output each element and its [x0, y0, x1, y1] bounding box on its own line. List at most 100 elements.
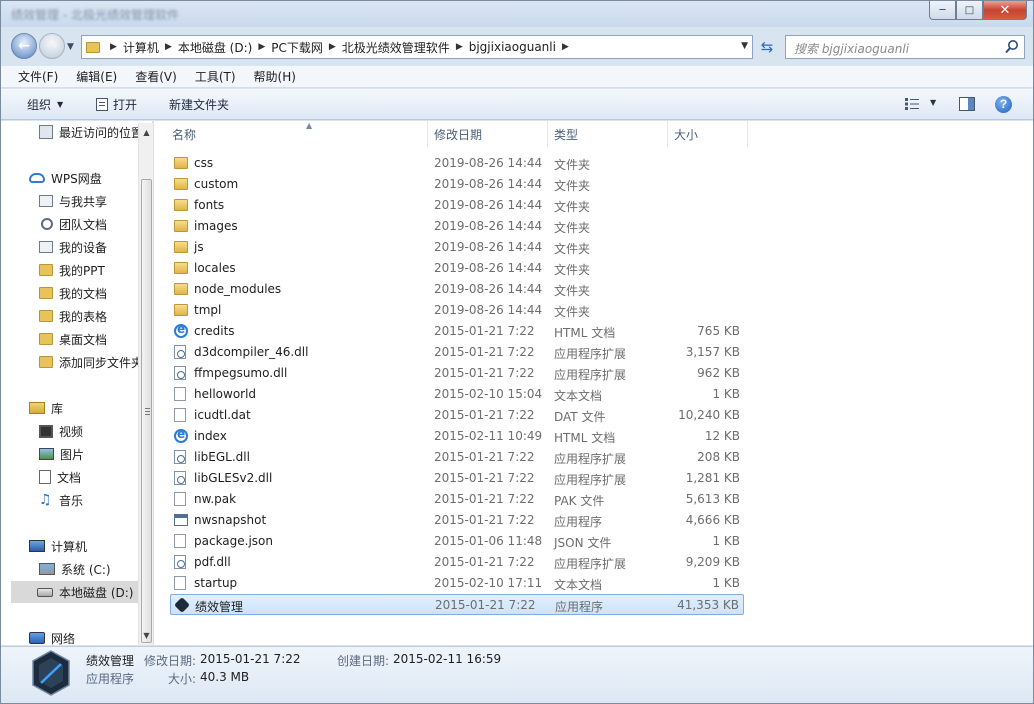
file-row[interactable]: css 2019-08-26 14:44 文件夹: [170, 153, 744, 174]
nav-my-sheets[interactable]: 我的表格: [39, 305, 107, 327]
file-row[interactable]: icudtl.dat 2015-01-21 7:22 DAT 文件 10,240 KB: [170, 405, 744, 426]
menu-help[interactable]: 帮助(H): [245, 68, 305, 85]
cloud-icon: [29, 173, 45, 183]
file-row[interactable]: nw.pak 2015-01-21 7:22 PAK 文件 5,613 KB: [170, 489, 744, 510]
chevron-right-icon[interactable]: ▶: [456, 42, 463, 52]
chevron-right-icon[interactable]: ▶: [110, 42, 117, 52]
file-row[interactable]: d3dcompiler_46.dll 2015-01-21 7:22 应用程序扩展 3…: [170, 342, 744, 363]
window-title: 绩效管理 - 北极光绩效管理软件: [11, 8, 179, 22]
file-date: 2019-08-26 14:44: [434, 261, 543, 275]
file-row[interactable]: index 2015-02-11 10:49 HTML 文档 12 KB: [170, 426, 744, 447]
nav-my-documents[interactable]: 我的文档: [39, 282, 107, 304]
scroll-up-icon[interactable]: ▲: [139, 125, 154, 140]
nav-team-docs[interactable]: 团队文档: [39, 213, 107, 235]
file-size: 9,209 KB: [685, 555, 740, 569]
breadcrumb-current[interactable]: bjgjixiaoguanli: [469, 40, 556, 54]
scrollbar-thumb[interactable]: [141, 179, 152, 643]
chevron-right-icon[interactable]: ▶: [258, 42, 265, 52]
maximize-button[interactable]: □: [956, 1, 983, 20]
organize-button[interactable]: 组织 ▼: [27, 96, 63, 113]
nav-pictures[interactable]: 图片: [39, 443, 84, 465]
nav-documents[interactable]: 文档: [39, 466, 81, 488]
nav-libraries[interactable]: 库: [29, 397, 63, 419]
dll-file-icon: [174, 366, 186, 380]
nav-computer[interactable]: 计算机: [29, 535, 87, 557]
file-row[interactable]: helloworld 2015-02-10 15:04 文本文档 1 KB: [170, 384, 744, 405]
breadcrumb-pc-download[interactable]: PC下载网: [271, 39, 323, 56]
file-row[interactable]: ffmpegsumo.dll 2015-01-21 7:22 应用程序扩展 962 K…: [170, 363, 744, 384]
menu-edit[interactable]: 编辑(E): [67, 68, 126, 85]
file-row[interactable]: fonts 2019-08-26 14:44 文件夹: [170, 195, 744, 216]
close-button[interactable]: ✕: [983, 1, 1027, 20]
column-name[interactable]: 名称 ▲: [166, 121, 428, 147]
column-date[interactable]: 修改日期: [428, 121, 548, 147]
file-name: ffmpegsumo.dll: [194, 366, 288, 380]
text-file-icon: [174, 576, 186, 590]
address-history-dropdown[interactable]: ▼: [741, 41, 748, 51]
nav-my-ppt[interactable]: 我的PPT: [39, 259, 105, 281]
column-name-label: 名称: [172, 127, 197, 142]
preview-pane-icon[interactable]: [959, 97, 975, 111]
nav-music[interactable]: ♫ 音乐: [39, 489, 83, 511]
nav-my-devices[interactable]: 我的设备: [39, 236, 107, 258]
nav-label: 我的PPT: [59, 263, 105, 278]
file-name: tmpl: [194, 303, 222, 317]
forward-button[interactable]: →: [39, 33, 65, 59]
file-row[interactable]: custom 2019-08-26 14:44 文件夹: [170, 174, 744, 195]
navigation-scrollbar[interactable]: ▲ ▼: [138, 123, 153, 645]
nav-recent-places[interactable]: 最近访问的位置: [39, 121, 143, 143]
nav-drive-c[interactable]: 系统 (C:): [39, 558, 111, 580]
nav-shared-with-me[interactable]: 与我共享: [39, 190, 107, 212]
nav-drive-d[interactable]: 本地磁盘 (D:): [11, 581, 139, 603]
search-input[interactable]: 搜索 bjgjixiaoguanli: [785, 35, 1025, 59]
file-row[interactable]: tmpl 2019-08-26 14:44 文件夹: [170, 300, 744, 321]
file-row[interactable]: js 2019-08-26 14:44 文件夹: [170, 237, 744, 258]
chevron-right-icon[interactable]: ▶: [562, 42, 569, 52]
text-file-icon: [174, 534, 186, 548]
file-row[interactable]: node_modules 2019-08-26 14:44 文件夹: [170, 279, 744, 300]
file-row[interactable]: 绩效管理 2015-01-21 7:22 应用程序 41,353 KB: [170, 594, 744, 615]
file-row[interactable]: locales 2019-08-26 14:44 文件夹: [170, 258, 744, 279]
breadcrumb-computer[interactable]: 计算机: [123, 39, 159, 56]
nav-desktop-docs[interactable]: 桌面文档: [39, 328, 107, 350]
breadcrumb-drive-d[interactable]: 本地磁盘 (D:): [178, 39, 252, 56]
nav-add-sync-folder[interactable]: 添加同步文件夹: [39, 351, 143, 373]
file-row[interactable]: package.json 2015-01-06 11:48 JSON 文件 1 KB: [170, 531, 744, 552]
minimize-button[interactable]: ─: [929, 1, 956, 20]
file-date: 2015-01-21 7:22: [434, 513, 535, 527]
breadcrumb-software[interactable]: 北极光绩效管理软件: [342, 39, 450, 56]
help-icon[interactable]: ?: [995, 96, 1012, 113]
menu-view[interactable]: 查看(V): [126, 68, 186, 85]
chevron-right-icon[interactable]: ▶: [165, 42, 172, 52]
open-button[interactable]: 打开: [96, 96, 137, 113]
file-row[interactable]: startup 2015-02-10 17:11 文本文档 1 KB: [170, 573, 744, 594]
back-button[interactable]: ←: [11, 33, 37, 59]
file-row[interactable]: pdf.dll 2015-01-21 7:22 应用程序扩展 9,209 KB: [170, 552, 744, 573]
refresh-button[interactable]: ⇆: [755, 35, 779, 59]
explorer-window: 绩效管理 - 北极光绩效管理软件 ─ □ ✕ ← → ▼ ▶ 计算机 ▶ 本地磁…: [0, 0, 1034, 704]
new-folder-button[interactable]: 新建文件夹: [169, 96, 229, 113]
scroll-down-icon[interactable]: ▼: [139, 628, 154, 643]
details-file-name: 绩效管理: [86, 654, 135, 668]
search-icon[interactable]: [1004, 39, 1020, 55]
file-row[interactable]: libEGL.dll 2015-01-21 7:22 应用程序扩展 208 KB: [170, 447, 744, 468]
nav-videos[interactable]: 视频: [39, 420, 83, 442]
nav-wps-cloud[interactable]: WPS网盘: [29, 167, 102, 189]
menu-file[interactable]: 文件(F): [9, 68, 67, 85]
file-row[interactable]: images 2019-08-26 14:44 文件夹: [170, 216, 744, 237]
nav-network[interactable]: 网络: [29, 627, 75, 645]
file-type: PAK 文件: [554, 494, 605, 508]
file-size: 12 KB: [704, 429, 740, 443]
file-row[interactable]: credits 2015-01-21 7:22 HTML 文档 765 KB: [170, 321, 744, 342]
column-type[interactable]: 类型: [548, 121, 668, 147]
recent-pages-dropdown[interactable]: ▼: [67, 42, 74, 52]
address-bar[interactable]: ▶ 计算机 ▶ 本地磁盘 (D:) ▶ PC下载网 ▶ 北极光绩效管理软件 ▶ …: [81, 35, 753, 59]
title-bar[interactable]: 绩效管理 - 北极光绩效管理软件 ─ □ ✕: [1, 1, 1033, 27]
view-options-dropdown[interactable]: ▼: [930, 98, 936, 107]
chevron-right-icon[interactable]: ▶: [329, 42, 336, 52]
file-row[interactable]: nwsnapshot 2015-01-21 7:22 应用程序 4,666 KB: [170, 510, 744, 531]
file-row[interactable]: libGLESv2.dll 2015-01-21 7:22 应用程序扩展 1,281 …: [170, 468, 744, 489]
column-size[interactable]: 大小: [668, 121, 748, 147]
change-view-icon[interactable]: [905, 98, 919, 110]
menu-tools[interactable]: 工具(T): [186, 68, 245, 85]
